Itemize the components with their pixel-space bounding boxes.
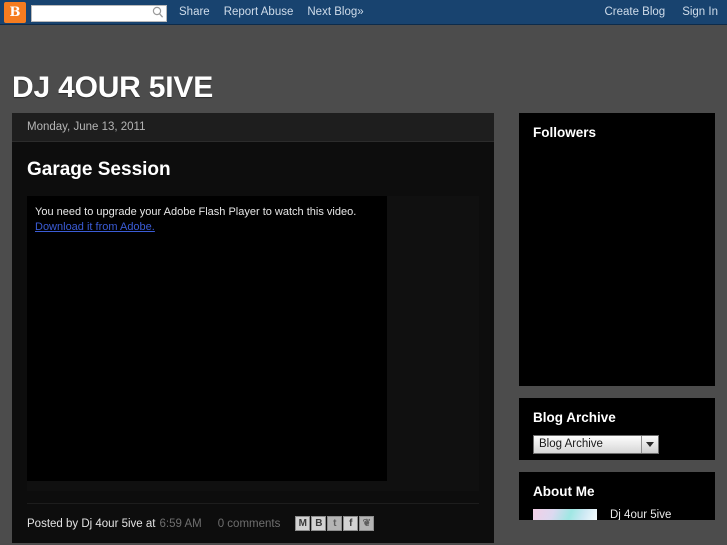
followers-widget-title: Followers (533, 125, 597, 140)
blog-header: DJ 4OUR 5IVE (0, 25, 727, 113)
blog-archive-widget-title: Blog Archive (533, 410, 616, 425)
profile-avatar[interactable] (533, 509, 597, 520)
profile-name[interactable]: Dj 4our 5ive (610, 509, 671, 520)
nav-link-report-abuse[interactable]: Report Abuse (224, 0, 294, 25)
flash-download-link[interactable]: Download it from Adobe. (35, 220, 155, 235)
about-me-widget: About Me Dj 4our 5ive (519, 472, 715, 520)
nav-link-create-blog[interactable]: Create Blog (604, 0, 665, 25)
blog-archive-widget: Blog Archive Blog Archive (519, 398, 715, 460)
email-share-icon[interactable]: M (295, 516, 311, 531)
post-footer: Posted by Dj 4our 5ive at 6:59 AM 0 comm… (27, 503, 479, 543)
blog-post: Garage Session You need to upgrade your … (12, 142, 494, 543)
about-me-profile[interactable]: Dj 4our 5ive (533, 509, 701, 520)
post-timestamp[interactable]: 6:59 AM (160, 518, 202, 530)
blogger-navbar: B Share Report Abuse Next Blog» Create B… (0, 0, 727, 25)
page-body: Monday, June 13, 2011 Garage Session You… (0, 113, 727, 545)
blogger-share-icon[interactable]: B (311, 516, 327, 531)
main-content-column: Monday, June 13, 2011 Garage Session You… (12, 113, 494, 543)
post-title[interactable]: Garage Session (27, 159, 479, 181)
blog-archive-select[interactable]: Blog Archive (533, 435, 659, 454)
nav-link-share[interactable]: Share (179, 0, 210, 25)
sidebar: Followers Blog Archive Blog Archive Abou… (519, 113, 715, 532)
post-author-label: Posted by Dj 4our 5ive at (27, 517, 156, 530)
search-input[interactable] (31, 5, 167, 22)
pinterest-share-icon[interactable]: ❦ (359, 516, 375, 531)
chevron-down-icon[interactable] (641, 436, 658, 453)
nav-link-next-blog[interactable]: Next Blog» (307, 0, 363, 25)
flash-upgrade-message: You need to upgrade your Adobe Flash Pla… (35, 206, 357, 218)
twitter-share-icon[interactable]: t (327, 516, 343, 531)
post-comments-link[interactable]: 0 comments (218, 518, 281, 530)
blog-archive-select-value: Blog Archive (539, 438, 603, 450)
post-body: You need to upgrade your Adobe Flash Pla… (27, 196, 479, 491)
flash-video-placeholder[interactable]: You need to upgrade your Adobe Flash Pla… (27, 196, 387, 481)
blog-title[interactable]: DJ 4OUR 5IVE (12, 71, 213, 105)
post-date-header: Monday, June 13, 2011 (12, 113, 494, 142)
about-me-widget-title: About Me (533, 484, 595, 499)
nav-link-sign-in[interactable]: Sign In (682, 0, 718, 25)
facebook-share-icon[interactable]: f (343, 516, 359, 531)
blogger-logo-icon[interactable]: B (4, 1, 26, 23)
search-box[interactable] (31, 4, 167, 22)
share-icons-group: M B t f ❦ (295, 516, 375, 531)
navbar-right-group: Create Blog Sign In (587, 0, 718, 25)
followers-widget: Followers (519, 113, 715, 386)
chevron-down-glyph (646, 442, 654, 447)
